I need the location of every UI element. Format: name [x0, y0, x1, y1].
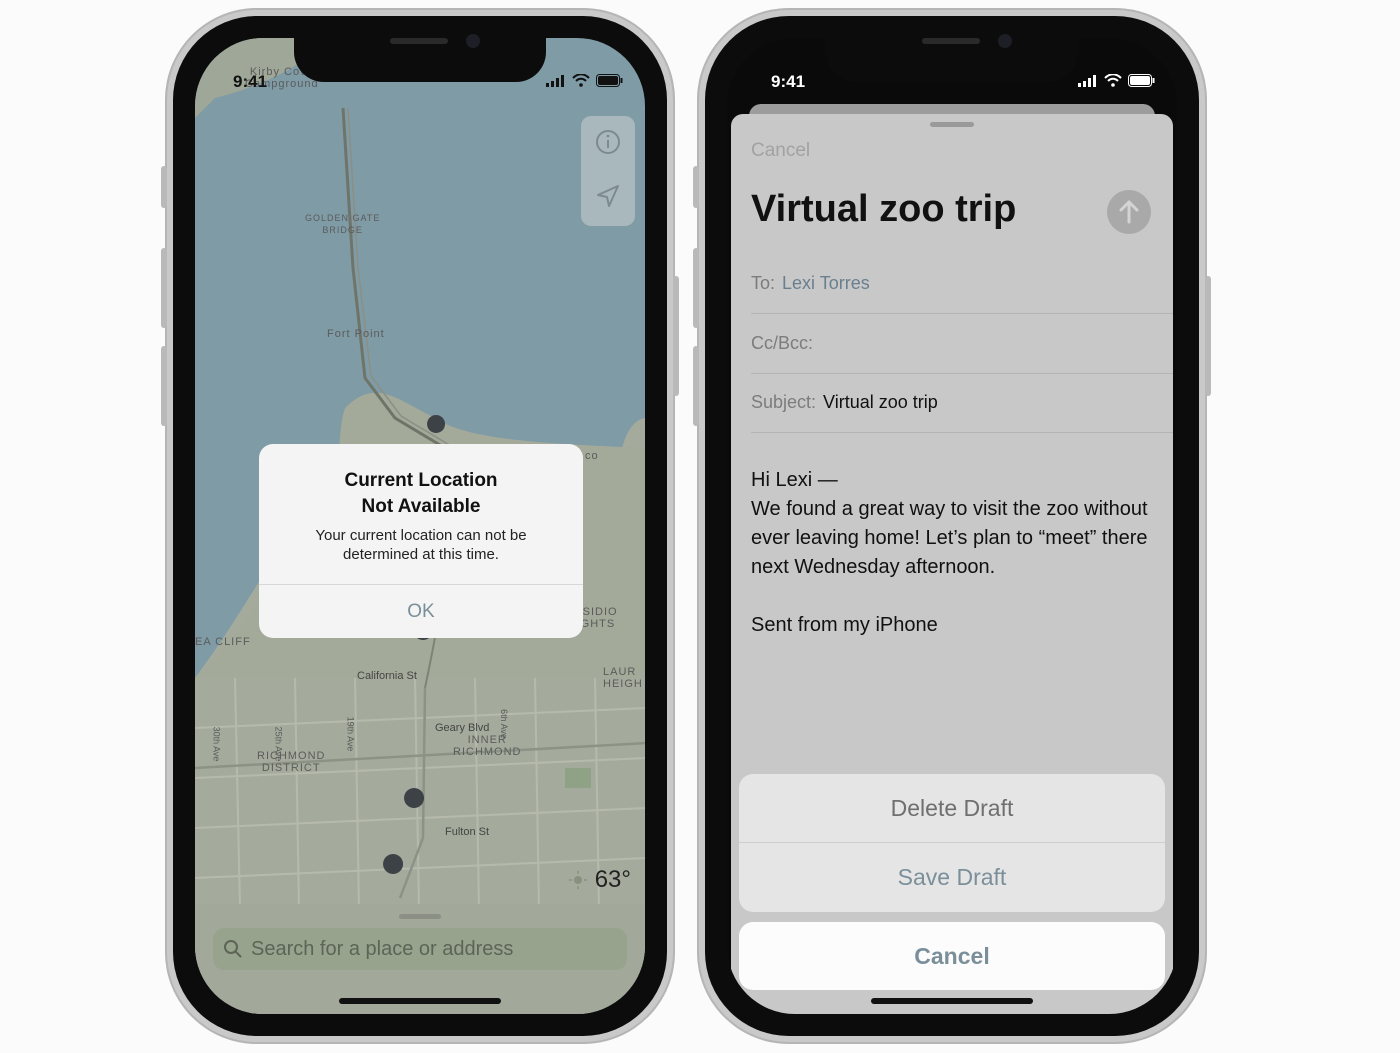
subject-label: Subject: [751, 392, 817, 412]
phone-volume-down-button [161, 346, 167, 426]
compose-cancel-button[interactable]: Cancel [751, 140, 810, 162]
sun-icon [568, 871, 587, 889]
home-indicator[interactable] [339, 998, 501, 1004]
map-label-fulton-st: Fulton St [445, 826, 490, 838]
map-label-inner-richmond: INNER RICHMOND [453, 734, 522, 758]
map-label-laurel-heights: LAUR HEIGH [603, 666, 643, 690]
status-time: 9:41 [771, 72, 806, 91]
location-arrow-icon[interactable] [594, 182, 622, 210]
phone-volume-up-button [693, 248, 699, 328]
to-label: To: [751, 273, 776, 293]
map-controls [581, 116, 635, 226]
message-body[interactable]: Hi Lexi — We found a great way to visit … [751, 466, 1153, 640]
phone-power-button [1205, 276, 1211, 396]
weather-badge: 63° [568, 866, 631, 894]
phone-side-button [161, 166, 167, 208]
phone-side-button [693, 166, 699, 208]
maps-screen: Kirby Cove Campground GOLDEN GATE BRIDGE… [195, 38, 645, 1014]
subject-field[interactable]: Subject: Virtual zoo trip [751, 373, 1173, 433]
search-placeholder: Search for a place or address [251, 937, 514, 960]
phone-volume-down-button [693, 346, 699, 426]
phone-power-button [673, 276, 679, 396]
info-icon[interactable] [594, 128, 622, 156]
status-bar: 9:41 [727, 38, 1177, 104]
compose-title: Virtual zoo trip [751, 188, 1017, 230]
map-label-richmond-district: RICHMOND DISTRICT [257, 750, 326, 774]
subject-value: Virtual zoo trip [823, 392, 938, 412]
location-alert: Current Location Not Available Your curr… [259, 444, 583, 638]
cc-bcc-field[interactable]: Cc/Bcc: [751, 314, 1173, 374]
map-label-geary-blvd: Geary Blvd [435, 722, 490, 734]
phone-volume-up-button [161, 248, 167, 328]
right-phone: Cancel Virtual zoo trip To: Lexi Torres … [693, 8, 1211, 1044]
wifi-icon [1104, 74, 1122, 87]
map-label-30th-ave: 30th Ave [211, 726, 222, 762]
to-field[interactable]: To: Lexi Torres [751, 254, 1173, 314]
search-field[interactable]: Search for a place or address [213, 928, 627, 970]
alert-title: Current Location Not Available [344, 470, 498, 517]
alert-message: Your current location can not be determi… [315, 527, 527, 563]
draft-action-sheet: Delete Draft Save Draft [739, 774, 1165, 912]
map-label-co: co [585, 450, 599, 462]
weather-temperature: 63° [594, 866, 631, 893]
to-recipient[interactable]: Lexi Torres [782, 273, 870, 294]
delete-draft-button[interactable]: Delete Draft [739, 774, 1165, 842]
home-indicator[interactable] [871, 998, 1033, 1004]
battery-icon [1128, 74, 1155, 87]
left-phone: Kirby Cove Campground GOLDEN GATE BRIDGE… [161, 8, 679, 1044]
map-label-25th-ave: 25th Ave [273, 726, 284, 762]
map-label-california-st: California St [357, 670, 417, 682]
action-cancel-button[interactable]: Cancel [739, 922, 1165, 990]
map-label-fort-point: Fort Point [327, 328, 385, 340]
status-time: 9:41 [233, 72, 268, 91]
status-icons [546, 74, 623, 87]
map-label-19th-ave: 19th Ave [345, 716, 356, 752]
search-icon [224, 940, 242, 958]
phone-bezel: Kirby Cove Campground GOLDEN GATE BRIDGE… [173, 16, 667, 1036]
sheet-grabber[interactable] [930, 122, 974, 127]
alert-ok-button[interactable]: OK [259, 585, 583, 638]
battery-icon [596, 74, 623, 87]
arrow-up-icon [1119, 200, 1139, 224]
status-bar: 9:41 [195, 38, 645, 104]
cellular-signal-icon [1078, 74, 1096, 87]
map-label-sea-cliff: EA CLIFF [195, 636, 251, 648]
send-button[interactable] [1107, 190, 1151, 234]
cc-bcc-label: Cc/Bcc: [751, 333, 814, 353]
status-icons [1078, 74, 1155, 87]
map-label-golden-gate-bridge: GOLDEN GATE BRIDGE [305, 213, 381, 235]
mail-screen: Cancel Virtual zoo trip To: Lexi Torres … [727, 38, 1177, 1014]
map-label-6th-ave: 6th Ave [498, 709, 509, 739]
phone-bezel: Cancel Virtual zoo trip To: Lexi Torres … [705, 16, 1199, 1036]
sheet-grabber[interactable] [399, 914, 441, 919]
save-draft-button[interactable]: Save Draft [739, 843, 1165, 911]
cellular-signal-icon [546, 74, 564, 87]
wifi-icon [572, 74, 590, 87]
